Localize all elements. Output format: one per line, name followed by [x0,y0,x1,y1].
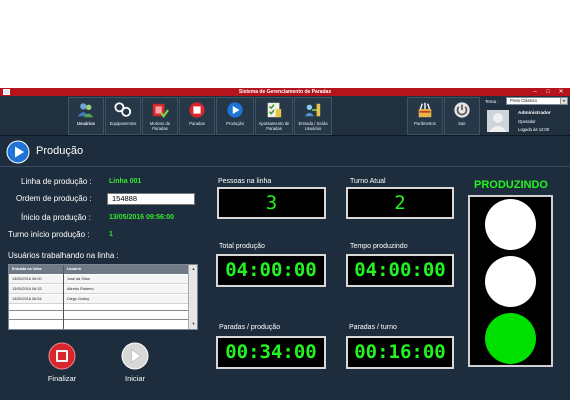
chevron-down-icon[interactable]: ▾ [560,98,567,104]
theme-select[interactable]: Preto Clássico ▾ [506,97,568,105]
checklist-icon [267,102,282,118]
turno-inicio-value: 1 [109,231,113,238]
traffic-light [468,195,553,367]
ribbon-button-producao[interactable]: Produção [216,97,254,135]
user-entry-exit-icon [304,103,321,117]
user-role: Operador [518,119,536,124]
title-bar: Sistema de Gerenciamento de Paradas – □ … [0,88,570,96]
finalizar-button[interactable] [48,342,76,370]
user-name: Administrador [518,111,551,116]
turno-inicio-label: Turno início produção : [8,230,90,239]
tempo-produzindo-counter: 04:00:00 [346,254,454,287]
stop-icon [189,102,205,118]
ordem-input[interactable]: 154888 [107,193,195,205]
paradas-turno-counter: 00:16:00 [346,336,454,369]
column-header-entrada: Entrada na linha [12,267,42,271]
iniciar-label: Iniciar [124,374,145,383]
page-title: Produção [36,145,84,157]
ribbon-label: Paradas [189,121,205,126]
turno-atual-label: Turno Atual [350,178,386,185]
maximize-button[interactable]: □ [543,88,553,96]
table-row[interactable]: 13/05/2016 06:33 Alfredo Roberto [9,285,189,294]
play-icon [6,140,30,164]
app-window: Sistema de Gerenciamento de Paradas – □ … [0,88,570,400]
row-divider [9,310,189,311]
cell-entrada: 13/05/2016 06:54 [12,297,42,301]
paradas-turno-label: Paradas / turno [349,324,397,331]
ribbon-label: Motivos de Paradas [149,121,171,131]
total-producao-counter: 04:00:00 [216,254,326,287]
column-divider [63,265,64,329]
ribbon-label: Parâmetros [414,121,436,126]
users-icon [77,103,94,118]
power-icon [454,102,470,118]
tempo-produzindo-label: Tempo produzindo [350,243,408,250]
page-header: Produção [0,137,570,167]
column-header-usuario: Usuário [67,267,82,271]
ribbon-label: Usuários [77,121,95,126]
user-panel: Administrador Operador Logado às 12:00 [484,108,568,134]
turno-atual-counter: 2 [346,187,454,219]
window-title: Sistema de Gerenciamento de Paradas [238,89,332,95]
user-silhouette-icon [487,110,509,132]
table-row[interactable]: 13/05/2016 06:54 Diego Godoy [9,295,189,304]
inicio-value: 13/05/2016 09:56:00 [109,214,174,221]
cell-usuario: Diego Godoy [67,297,90,301]
total-producao-label: Total produção [219,243,265,250]
ribbon-button-entrada-saida-usuarios[interactable]: Entrada / Saída Usuários [294,97,332,135]
pessoas-counter: 3 [217,187,326,219]
finalizar-label: Finalizar [47,374,77,383]
traffic-lamp-middle [485,256,536,307]
users-table-title: Usuários trabalhando na linha : [8,251,119,260]
ribbon-button-sair[interactable]: Sair [444,97,480,135]
stop-reasons-icon [152,103,169,119]
cell-entrada: 13/05/2016 06:33 [12,287,42,291]
traffic-lamp-bottom [485,313,536,364]
ribbon-button-parametros[interactable]: Parâmetros [407,97,443,135]
ribbon-label: Produção [226,121,244,126]
cell-usuario: Alfredo Roberto [67,287,94,291]
status-label: PRODUZINDO [474,179,548,191]
table-scrollbar[interactable]: ▲ ▼ [188,265,197,329]
ribbon-label: Equipamentos [109,121,137,126]
ribbon-button-apontamento-de-paradas[interactable]: Apontamento de Paradas [255,97,293,135]
pessoas-label: Pessoas na linha [218,178,272,185]
theme-label: Tema : [485,99,499,104]
scroll-up-icon[interactable]: ▲ [190,266,197,272]
inicio-label: Ínicio da produção : [21,213,91,222]
ribbon-button-usuarios[interactable]: Usuários [68,97,104,135]
close-button[interactable]: ✕ [556,88,566,96]
table-row[interactable]: 13/05/2016 06:00 José da Silva [9,275,189,284]
scroll-down-icon[interactable]: ▼ [190,321,197,327]
ribbon-label: Apontamento de Paradas [258,121,290,131]
users-table: Entrada na linha Usuário 13/05/2016 06:0… [8,264,198,330]
ribbon-button-paradas[interactable]: Paradas [179,97,215,135]
row-divider [9,319,189,320]
linha-label: Linha de produção : [21,177,92,186]
ribbon-label: Sair [458,121,466,126]
cell-entrada: 13/05/2016 06:00 [12,277,42,281]
ribbon-button-equipamentos[interactable]: Equipamentos [105,97,141,135]
ribbon-toolbar: Usuários Equipamentos Motivos de Paradas… [0,96,570,136]
iniciar-button[interactable] [121,342,149,370]
ribbon-label: Entrada / Saída Usuários [298,121,328,131]
cell-usuario: José da Silva [67,277,90,281]
paradas-producao-label: Paradas / produção [219,324,281,331]
ribbon-button-motivos-de-paradas[interactable]: Motivos de Paradas [142,97,178,135]
paradas-producao-counter: 00:34:00 [216,336,326,369]
play-icon [227,102,243,118]
table-header: Entrada na linha Usuário [9,265,189,274]
avatar [487,110,509,132]
linha-value: Linha 001 [109,178,142,185]
theme-value: Preto Clássico [510,98,537,103]
user-login-time: Logado às 12:00 [518,127,550,132]
gears-icon [114,102,132,117]
minimize-button[interactable]: – [530,88,540,96]
traffic-lamp-top [485,199,536,250]
parameters-icon [418,102,432,118]
ordem-label: Ordem de produção : [16,194,92,203]
